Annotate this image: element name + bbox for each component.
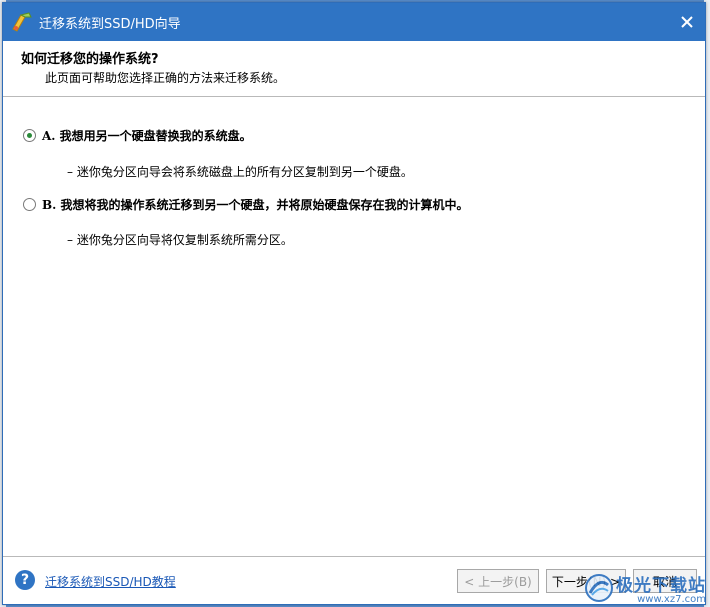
watermark-url: www.xz7.com [637,594,706,605]
options-panel: A. 我想用另一个硬盘替换我的系统盘。 – 迷你兔分区向导会将系统磁盘上的所有分… [3,97,705,557]
back-button[interactable]: < 上一步(B) [457,569,539,593]
title-bar[interactable]: 迁移系统到SSD/HD向导 [3,3,705,41]
page-title: 如何迁移您的操作系统? [21,52,159,67]
wizard-icon [11,11,33,33]
window-title: 迁移系统到SSD/HD向导 [39,16,181,32]
watermark: 极光下载站 www.xz7.com [584,571,706,605]
page-subtitle: 此页面可帮助您选择正确的方法来迁移系统。 [45,71,286,85]
close-icon [681,16,693,28]
watermark-logo [585,574,613,602]
option-b-description: – 迷你兔分区向导将仅复制系统所需分区。 [67,233,293,247]
option-a-radio-row[interactable]: A. 我想用另一个硬盘替换我的系统盘。 [23,127,252,144]
wizard-header: 如何迁移您的操作系统? 此页面可帮助您选择正确的方法来迁移系统。 [3,41,705,97]
option-a-description: – 迷你兔分区向导会将系统磁盘上的所有分区复制到另一个硬盘。 [67,165,413,179]
tutorial-link[interactable]: 迁移系统到SSD/HD教程 [45,573,176,590]
help-icon[interactable]: ? [15,570,35,590]
option-b-label[interactable]: B. 我想将我的操作系统迁移到另一个硬盘，并将原始硬盘保存在我的计算机中。 [42,196,469,213]
option-a-radio[interactable] [23,129,36,142]
option-b-radio-row[interactable]: B. 我想将我的操作系统迁移到另一个硬盘，并将原始硬盘保存在我的计算机中。 [23,196,469,213]
option-a-label[interactable]: A. 我想用另一个硬盘替换我的系统盘。 [42,127,252,144]
option-b-radio[interactable] [23,198,36,211]
watermark-text: 极光下载站 [616,576,706,596]
close-button[interactable] [677,12,697,32]
migrate-os-wizard-dialog: 迁移系统到SSD/HD向导 如何迁移您的操作系统? 此页面可帮助您选择正确的方法… [2,2,706,605]
